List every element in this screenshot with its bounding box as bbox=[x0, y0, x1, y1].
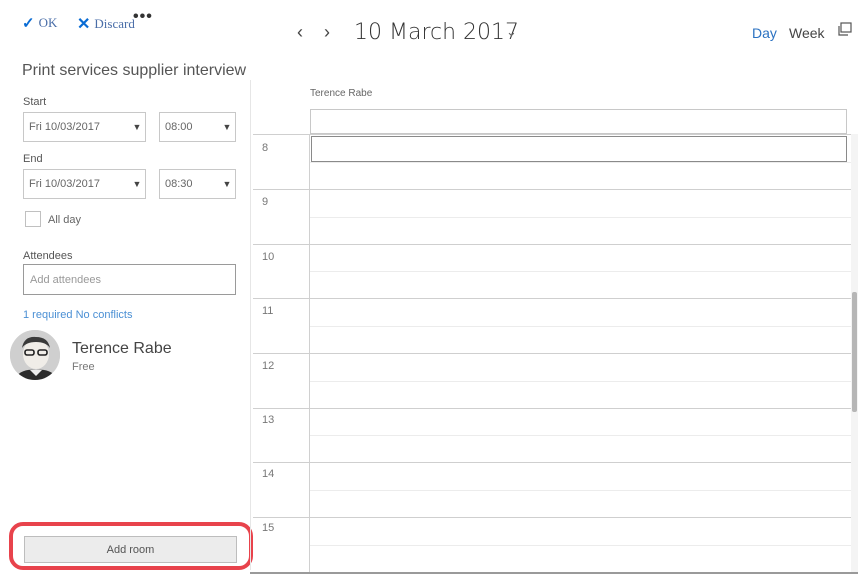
hour-line bbox=[253, 408, 851, 409]
half-hour-line bbox=[310, 435, 851, 436]
half-hour-line bbox=[310, 217, 851, 218]
discard-button[interactable]: ✕ Discard bbox=[77, 14, 135, 34]
end-time-value: 08:30 bbox=[165, 178, 193, 190]
half-hour-line bbox=[310, 490, 851, 491]
date-title[interactable]: 10 March 2017 bbox=[354, 20, 519, 45]
all-day-label: All day bbox=[48, 214, 82, 226]
hour-line bbox=[253, 298, 851, 299]
hour-line bbox=[253, 189, 851, 190]
half-hour-line bbox=[310, 271, 851, 272]
end-label: End bbox=[23, 153, 43, 165]
start-label: Start bbox=[23, 96, 47, 108]
hour-label: 15 bbox=[262, 522, 275, 534]
popout-icon[interactable] bbox=[837, 22, 852, 36]
column-header: Terence Rabe bbox=[310, 88, 373, 99]
hour-label: 10 bbox=[262, 251, 275, 263]
event-title[interactable]: Print services supplier interview bbox=[22, 62, 250, 80]
hour-label: 8 bbox=[262, 142, 269, 154]
half-hour-line bbox=[310, 545, 851, 546]
hour-line bbox=[253, 517, 851, 518]
event-block[interactable] bbox=[311, 136, 847, 162]
half-hour-line bbox=[310, 162, 851, 163]
ok-button[interactable]: ✓ OK bbox=[22, 14, 57, 32]
hour-label: 11 bbox=[262, 305, 274, 317]
caret-down-icon: ▼ bbox=[222, 122, 232, 132]
hour-line bbox=[253, 134, 851, 135]
chevron-down-icon[interactable]: ⌄ bbox=[506, 24, 517, 40]
view-day-button[interactable]: Day bbox=[752, 25, 777, 41]
half-hour-line bbox=[310, 381, 851, 382]
caret-down-icon: ▼ bbox=[222, 179, 232, 189]
hour-label: 9 bbox=[262, 196, 269, 208]
discard-label: Discard bbox=[94, 16, 135, 31]
attendees-label: Attendees bbox=[23, 250, 73, 262]
check-icon: ✓ bbox=[22, 15, 35, 32]
all-day-cell[interactable] bbox=[310, 109, 847, 134]
start-time-value: 08:00 bbox=[165, 121, 193, 133]
start-date-value: Fri 10/03/2017 bbox=[29, 121, 100, 133]
half-hour-line bbox=[310, 326, 851, 327]
hour-line bbox=[253, 462, 851, 463]
hour-line bbox=[253, 244, 851, 245]
caret-down-icon: ▼ bbox=[132, 122, 142, 132]
chevron-left-icon[interactable]: ‹ bbox=[297, 22, 303, 43]
all-day-checkbox[interactable] bbox=[25, 211, 41, 227]
ok-label: OK bbox=[38, 15, 58, 30]
conflicts-link[interactable]: 1 required No conflicts bbox=[23, 309, 132, 321]
attendee-status: Free bbox=[72, 361, 95, 373]
start-time-dropdown[interactable]: 08:00 ▼ bbox=[159, 112, 236, 142]
start-date-dropdown[interactable]: Fri 10/03/2017 ▼ bbox=[23, 112, 146, 142]
end-date-value: Fri 10/03/2017 bbox=[29, 178, 100, 190]
end-date-dropdown[interactable]: Fri 10/03/2017 ▼ bbox=[23, 169, 146, 199]
caret-down-icon: ▼ bbox=[132, 179, 142, 189]
hour-label: 13 bbox=[262, 414, 275, 426]
hour-label: 14 bbox=[262, 468, 275, 480]
close-icon: ✕ bbox=[77, 16, 91, 33]
end-time-dropdown[interactable]: 08:30 ▼ bbox=[159, 169, 236, 199]
more-options-button[interactable]: ••• bbox=[133, 8, 153, 26]
attendees-input[interactable] bbox=[23, 264, 236, 295]
view-week-button[interactable]: Week bbox=[789, 25, 825, 41]
attendee-name: Terence Rabe bbox=[72, 340, 172, 357]
chevron-right-icon[interactable]: › bbox=[324, 22, 330, 43]
panel-divider bbox=[250, 80, 251, 570]
time-column-divider bbox=[309, 134, 310, 574]
avatar bbox=[10, 330, 60, 380]
scrollbar-thumb[interactable] bbox=[852, 292, 857, 412]
hour-line bbox=[253, 353, 851, 354]
hour-label: 12 bbox=[262, 360, 275, 372]
add-room-button[interactable]: Add room bbox=[24, 536, 237, 563]
